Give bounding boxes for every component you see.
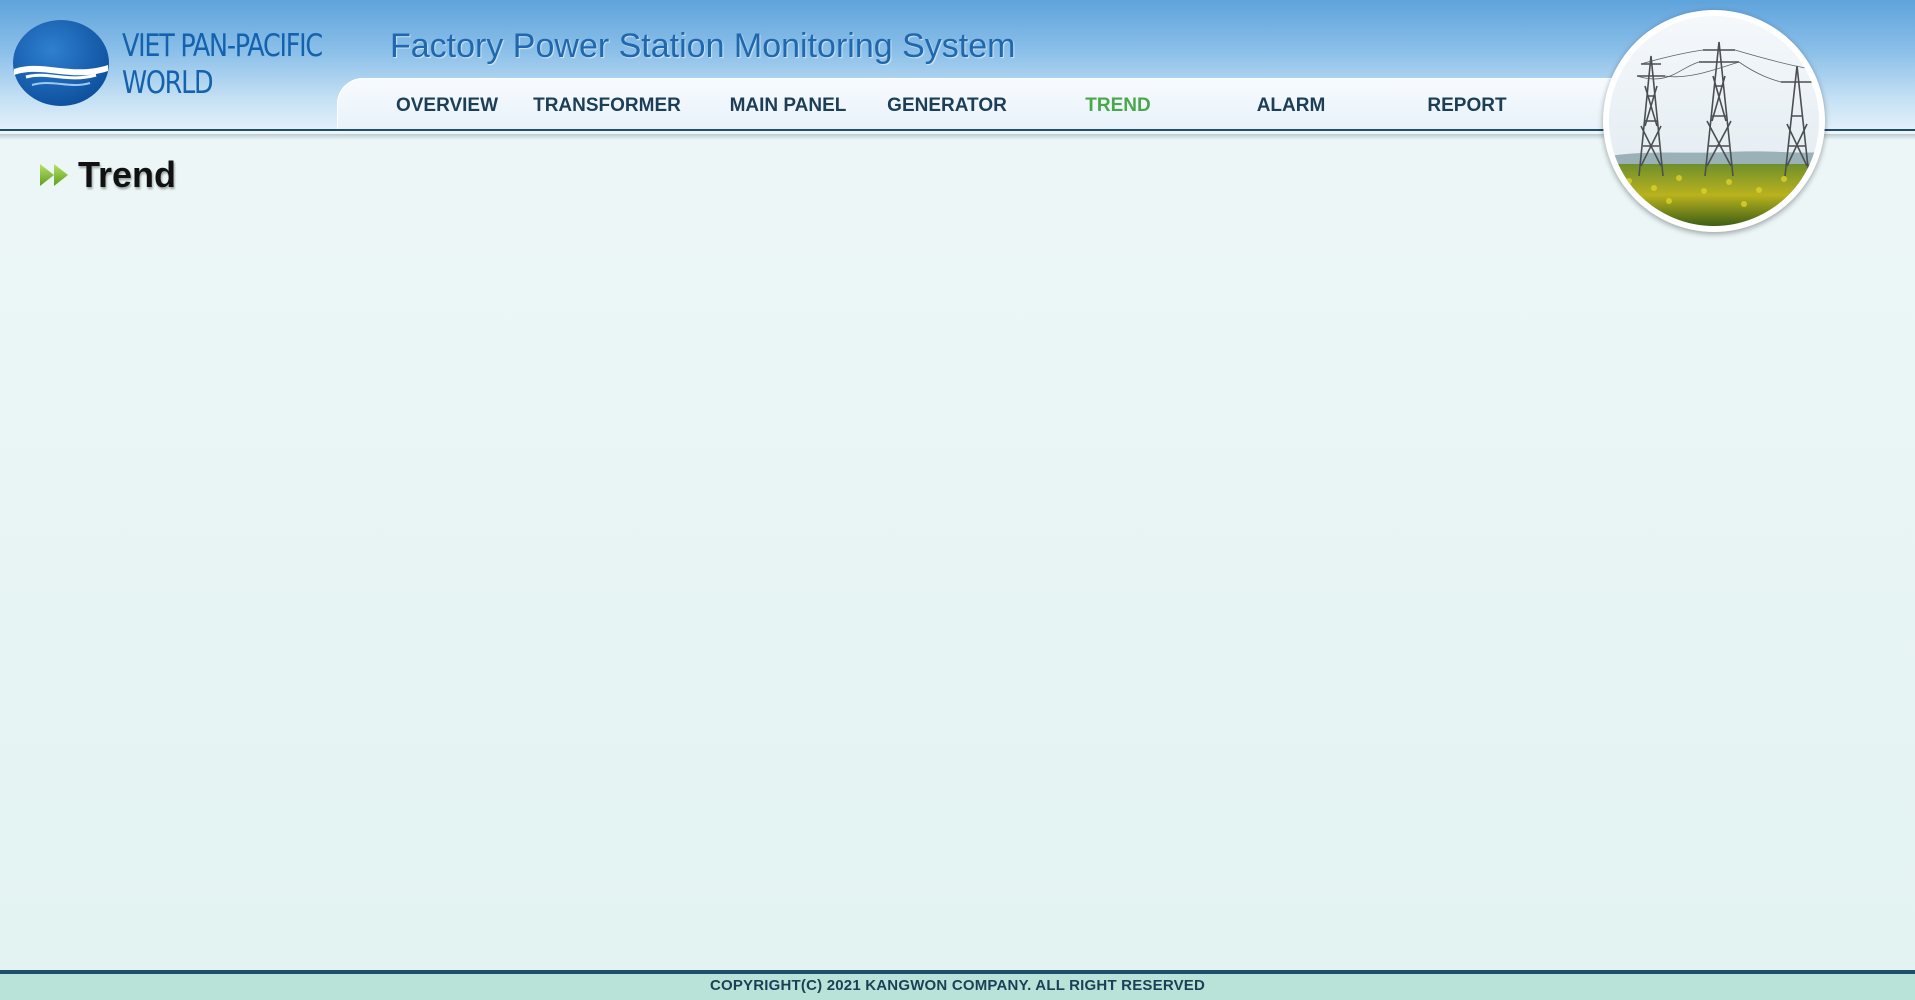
double-arrow-icon bbox=[40, 164, 68, 186]
logo-line-2: WORLD bbox=[122, 65, 214, 101]
nav-alarm[interactable]: ALARM bbox=[1246, 78, 1336, 130]
copyright-text: COPYRIGHT(C) 2021 KANGWON COMPANY. ALL R… bbox=[709, 977, 1206, 994]
transmission-tower-image bbox=[1609, 16, 1819, 226]
page-title: Trend bbox=[78, 154, 177, 195]
company-logo-icon bbox=[13, 20, 109, 106]
power-lines-photo bbox=[1603, 10, 1825, 232]
nav-main-panel[interactable]: MAIN PANEL bbox=[723, 78, 853, 130]
company-logo-text: VIET PAN-PACIFIC WORLD bbox=[122, 28, 323, 102]
nav-overview[interactable]: OVERVIEW bbox=[392, 78, 502, 130]
footer: COPYRIGHT(C) 2021 KANGWON COMPANY. ALL R… bbox=[0, 974, 1915, 1000]
nav-transformer[interactable]: TRANSFORMER bbox=[532, 78, 682, 130]
nav-trend[interactable]: TREND bbox=[1078, 78, 1158, 130]
nav-report[interactable]: REPORT bbox=[1412, 78, 1522, 130]
main-nav: OVERVIEW TRANSFORMER MAIN PANEL GENERATO… bbox=[337, 78, 1617, 130]
nav-generator[interactable]: GENERATOR bbox=[884, 78, 1010, 130]
logo-line-1: VIET PAN-PACIFIC bbox=[122, 28, 323, 64]
app-title: Factory Power Station Monitoring System bbox=[390, 27, 1016, 65]
